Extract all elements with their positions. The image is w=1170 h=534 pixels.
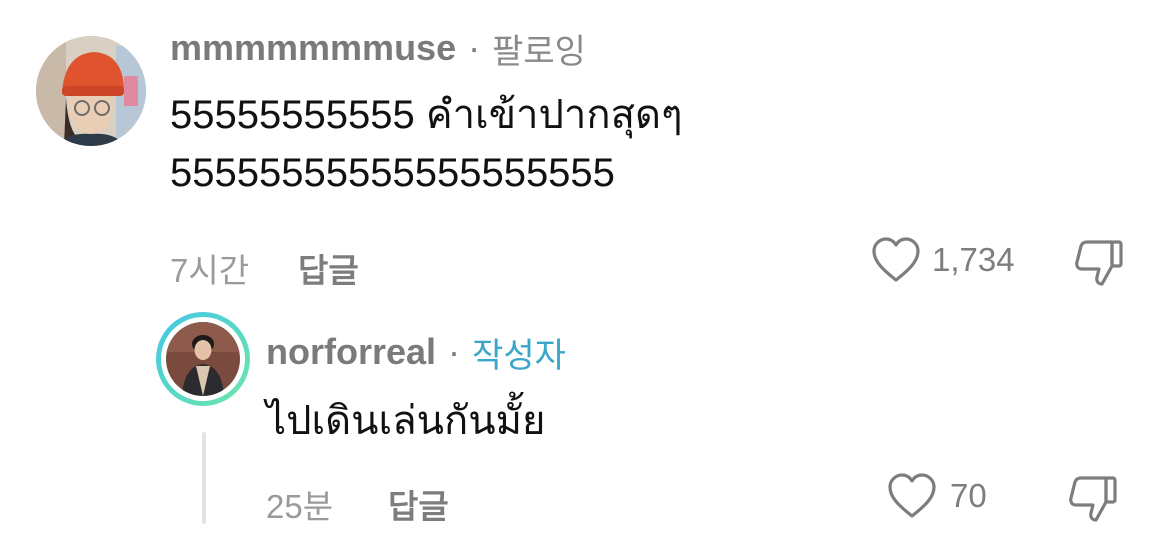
dislike-button[interactable]	[1072, 236, 1126, 293]
like-count: 1,734	[932, 241, 1015, 278]
following-badge: 팔로잉	[492, 32, 586, 71]
like-button[interactable]: 1,734	[870, 236, 1015, 284]
comment-text-line-2: 55555555555555555555	[170, 151, 615, 195]
author-avatar[interactable]	[156, 312, 250, 406]
heart-icon	[872, 237, 920, 282]
thumbs-down-icon	[1075, 240, 1123, 286]
reply-button[interactable]: 답글	[298, 244, 359, 292]
reply-header: norforreal · 작성자	[266, 330, 566, 375]
like-count: 70	[950, 477, 987, 514]
reply-username[interactable]: norforreal	[266, 331, 436, 373]
thread-line	[202, 432, 206, 524]
separator-dot: ·	[448, 331, 461, 372]
comment-text-line-1: 55555555555 คำเข้าปากสุดๆ	[170, 93, 683, 137]
dislike-button[interactable]	[1066, 472, 1120, 529]
thumbs-down-icon	[1069, 476, 1117, 522]
reply-text: ไปเดินเล่นกันมั้ย	[266, 399, 546, 443]
like-button[interactable]: 70	[886, 472, 987, 520]
comment-timestamp: 7시간	[170, 252, 250, 289]
avatar[interactable]	[36, 36, 146, 146]
comment-text: 55555555555 คำเข้าปากสุดๆ 55555555555555…	[170, 86, 682, 202]
reply-button[interactable]: 답글	[388, 480, 449, 528]
heart-icon	[888, 473, 936, 518]
reply-timestamp: 25분	[266, 488, 334, 525]
comment-header: mmmmmmmuse · 팔로잉	[170, 26, 586, 71]
author-badge: 작성자	[472, 336, 566, 375]
comment-username[interactable]: mmmmmmmuse	[170, 27, 456, 69]
avatar-image	[36, 36, 146, 146]
avatar-image	[166, 322, 240, 396]
separator-dot: ·	[468, 27, 481, 68]
